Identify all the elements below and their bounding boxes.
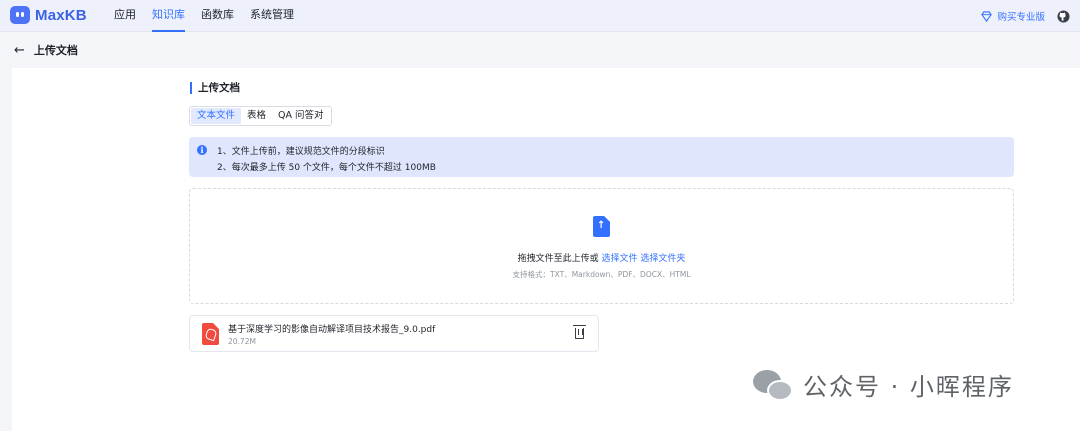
doc-type-tabs: 文本文件 表格 QA 问答对 xyxy=(189,106,332,126)
tab-table[interactable]: 表格 xyxy=(241,108,272,124)
wechat-watermark: 公众号 · 小晖程序 xyxy=(753,367,1014,402)
section-title: 上传文档 xyxy=(190,82,240,94)
file-size: 20.72M xyxy=(228,337,256,346)
diamond-icon xyxy=(981,10,993,22)
select-folder-link[interactable]: 选择文件夹 xyxy=(640,254,685,264)
alert-line-2: 2、每次最多上传 50 个文件，每个文件不超过 100MB xyxy=(217,163,436,173)
nav-item-apps[interactable]: 应用 xyxy=(114,0,136,32)
dropzone-instruction: 拖拽文件至此上传或 xyxy=(517,254,599,264)
github-icon[interactable] xyxy=(1057,9,1070,23)
top-nav-bar: MaxKB 应用 知识库 函数库 系统管理 购买专业版 xyxy=(0,0,1080,32)
alert-line-1: 1、文件上传前，建议规范文件的分段标识 xyxy=(217,147,385,157)
page-title: 上传文档 xyxy=(33,44,78,57)
dropzone-text: 拖拽文件至此上传或 选择文件 选择文件夹 xyxy=(190,251,1013,264)
info-icon: i xyxy=(197,145,207,155)
top-right-actions: 购买专业版 xyxy=(981,0,1070,32)
tab-text-file[interactable]: 文本文件 xyxy=(191,108,242,124)
app-logo[interactable]: MaxKB xyxy=(10,6,87,24)
upload-file-icon xyxy=(593,216,610,237)
app-name: MaxKB xyxy=(35,6,87,24)
maxkb-logo-icon xyxy=(10,6,30,24)
supported-formats-hint: 支持格式：TXT、Markdown、PDF、DOCX、HTML xyxy=(512,270,691,279)
nav-item-system[interactable]: 系统管理 xyxy=(250,0,294,32)
back-arrow-icon[interactable]: ← xyxy=(14,43,25,58)
pdf-file-icon xyxy=(202,323,219,345)
watermark-text: 公众号 · 小晖程序 xyxy=(803,373,1014,401)
nav-item-functions[interactable]: 函数库 xyxy=(201,0,234,32)
tab-qa-pairs[interactable]: QA 问答对 xyxy=(272,108,330,124)
file-name: 基于深度学习的影像自动解译项目技术报告_9.0.pdf xyxy=(228,325,436,335)
wechat-icon xyxy=(753,368,795,402)
trash-icon[interactable] xyxy=(573,325,586,339)
uploaded-file-item: 基于深度学习的影像自动解译项目技术报告_9.0.pdf 20.72M xyxy=(189,315,599,352)
info-alert: i 1、文件上传前，建议规范文件的分段标识 2、每次最多上传 50 个文件，每个… xyxy=(189,137,1014,177)
upgrade-link[interactable]: 购买专业版 xyxy=(997,9,1045,23)
file-dropzone[interactable]: 拖拽文件至此上传或 选择文件 选择文件夹 支持格式：TXT、Markdown、P… xyxy=(189,188,1014,304)
page-header: ← 上传文档 xyxy=(14,42,78,58)
nav-item-knowledge[interactable]: 知识库 xyxy=(152,0,185,32)
select-file-link[interactable]: 选择文件 xyxy=(601,254,637,264)
main-nav: 应用 知识库 函数库 系统管理 xyxy=(114,0,310,32)
